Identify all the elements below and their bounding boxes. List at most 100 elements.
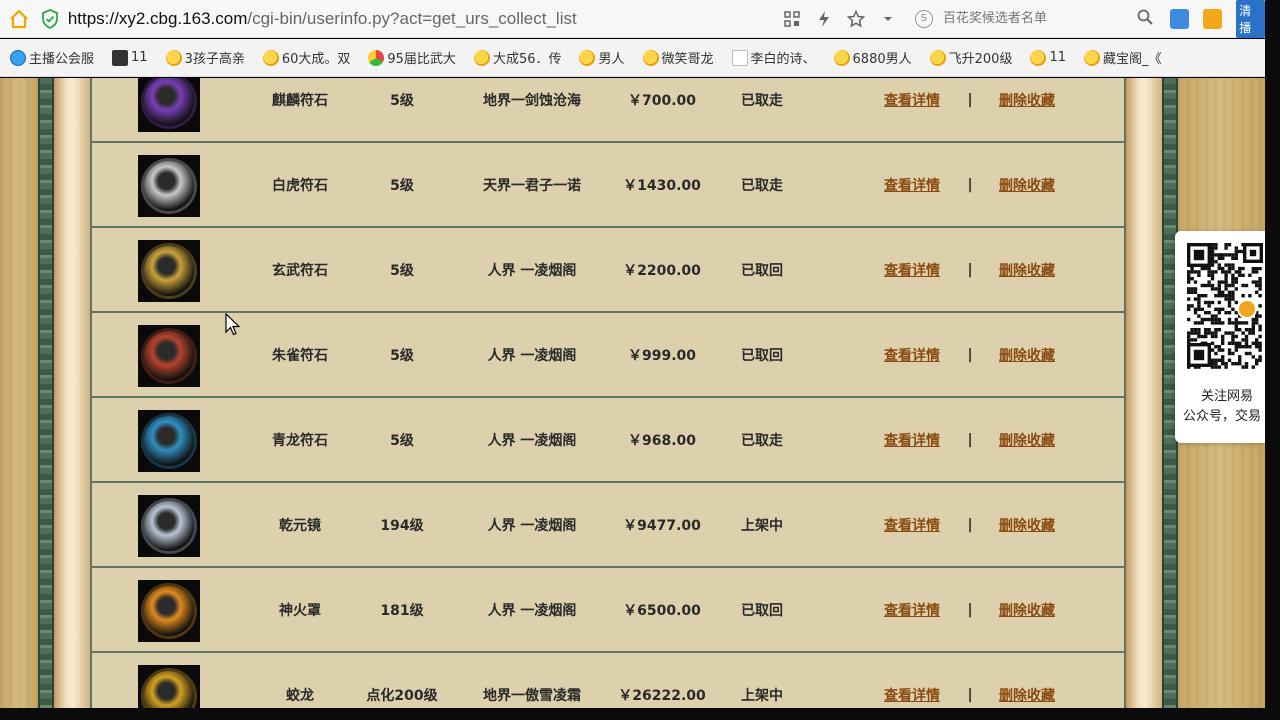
item-level: 5级 — [390, 92, 414, 109]
bookmark-item[interactable]: 微笑哥龙 — [642, 48, 714, 67]
view-detail-link[interactable]: 查看详情 — [862, 515, 962, 535]
url-host: https://xy2.cbg.163.com — [67, 8, 248, 28]
qr-module — [1234, 280, 1238, 284]
search-icon[interactable] — [1137, 9, 1153, 29]
qr-module — [1258, 348, 1262, 352]
search-input[interactable] — [942, 11, 1133, 26]
chevron-down-icon[interactable] — [879, 10, 897, 28]
item-thumbnail[interactable] — [138, 580, 200, 642]
item-server: 地界一剑蚀沧海 — [483, 92, 581, 109]
address-tools — [783, 9, 897, 28]
qr-module — [1204, 283, 1208, 288]
bookmark-item[interactable]: 大成56．传 — [473, 48, 561, 67]
qr-module — [1244, 334, 1249, 339]
delete-favorite-link[interactable]: 删除收藏 — [977, 345, 1077, 365]
lightning-icon[interactable] — [815, 10, 833, 28]
qr-module — [1244, 351, 1249, 356]
bookmark-item[interactable]: 95届比武大 — [368, 48, 456, 67]
qr-module — [1231, 273, 1235, 277]
delete-favorite-link[interactable]: 删除收藏 — [977, 600, 1077, 620]
item-thumbnail[interactable] — [138, 410, 200, 472]
qr-module — [1200, 317, 1204, 322]
table-row: 青龙符石 5级 人界 一凌烟阁 ￥968.00 已取走 查看详情 | 删除收藏 — [92, 398, 1124, 483]
qr-module — [1210, 317, 1215, 322]
extension-shield-icon[interactable] — [1170, 8, 1190, 29]
qr-follow-panel[interactable]: 关注网易 公众号，交易 — [1175, 231, 1265, 443]
item-image — [138, 325, 200, 387]
item-thumbnail[interactable] — [138, 155, 200, 217]
extension-label[interactable]: 清播 — [1236, 0, 1266, 38]
view-detail-link[interactable]: 查看详情 — [862, 175, 962, 195]
view-detail-link[interactable]: 查看详情 — [862, 600, 962, 620]
view-detail-link[interactable]: 查看详情 — [862, 90, 962, 110]
qr-logo-icon — [1237, 299, 1257, 319]
delete-favorite-link[interactable]: 删除收藏 — [977, 430, 1077, 450]
delete-favorite-link[interactable]: 删除收藏 — [977, 685, 1077, 705]
delete-favorite-link[interactable]: 删除收藏 — [977, 260, 1077, 280]
qr-module — [1221, 270, 1225, 274]
home-button[interactable] — [0, 0, 39, 38]
qr-module — [1193, 287, 1198, 291]
bookmark-item[interactable]: 藏宝阁_《 — [1084, 48, 1162, 67]
qr-module — [1197, 331, 1201, 335]
qr-module — [1251, 321, 1255, 325]
grid-icon[interactable] — [783, 10, 801, 28]
collect-list: 麒麟符石 5级 地界一剑蚀沧海 ￥700.00 已取走 查看详情 | 删除收藏 白虎符石 5级 天界… — [90, 78, 1126, 708]
qr-module — [1214, 317, 1218, 322]
qr-module — [1197, 273, 1201, 277]
view-detail-link[interactable]: 查看详情 — [862, 345, 962, 365]
qr-module — [1221, 253, 1225, 257]
bookmark-item[interactable]: 60大成。双 — [262, 48, 350, 67]
qr-module — [1217, 300, 1221, 305]
bookmark-item[interactable]: 男人 — [579, 48, 625, 67]
qr-module — [1234, 345, 1238, 349]
item-thumbnail[interactable] — [138, 78, 200, 132]
item-name: 乾元镜 — [279, 517, 321, 534]
qr-module — [1190, 290, 1194, 294]
qr-module — [1251, 331, 1255, 335]
item-level: 点化200级 — [366, 687, 438, 704]
item-image — [138, 495, 200, 557]
view-detail-link[interactable]: 查看详情 — [862, 260, 962, 280]
item-thumbnail[interactable] — [138, 495, 200, 557]
item-status: 已取回 — [741, 347, 783, 364]
qr-module — [1234, 341, 1238, 345]
bookmark-item[interactable]: 11 — [112, 49, 148, 66]
bookmark-item[interactable]: 11 — [1030, 49, 1066, 66]
qr-module — [1217, 317, 1221, 322]
delete-favorite-link[interactable]: 删除收藏 — [977, 175, 1077, 195]
bookmark-item[interactable]: 6880男人 — [833, 48, 912, 67]
qr-module — [1234, 362, 1238, 366]
qr-module — [1187, 280, 1191, 284]
table-row: 玄武符石 5级 人界 一凌烟阁 ￥2200.00 已取回 查看详情 | 删除收藏 — [92, 228, 1124, 313]
qr-module — [1204, 317, 1208, 322]
qr-module — [1200, 321, 1204, 325]
url-field[interactable]: https://xy2.cbg.163.com/cgi-bin/userinfo… — [68, 9, 773, 29]
qr-module — [1187, 290, 1191, 294]
search-engine-icon[interactable]: S — [914, 9, 933, 28]
item-price: ￥6500.00 — [623, 602, 701, 619]
bookmark-label: 藏宝阁_《 — [1103, 52, 1162, 67]
qr-module — [1214, 351, 1218, 356]
qr-module — [1227, 321, 1232, 325]
item-thumbnail[interactable] — [138, 665, 200, 708]
qr-module — [1197, 294, 1201, 298]
qr-module — [1241, 294, 1245, 298]
view-detail-link[interactable]: 查看详情 — [862, 430, 962, 450]
qr-module — [1217, 365, 1221, 369]
delete-favorite-link[interactable]: 删除收藏 — [977, 90, 1077, 110]
item-thumbnail[interactable] — [138, 240, 200, 302]
qr-module — [1210, 362, 1215, 366]
scrollbar[interactable] — [1265, 0, 1280, 720]
extension-wand-icon[interactable] — [1203, 8, 1223, 29]
secure-shield-icon[interactable] — [39, 0, 62, 38]
delete-favorite-link[interactable]: 删除收藏 — [977, 515, 1077, 535]
bookmark-item[interactable]: 飞升200级 — [929, 48, 1012, 67]
item-thumbnail[interactable] — [138, 325, 200, 387]
view-detail-link[interactable]: 查看详情 — [862, 685, 962, 705]
bookmark-item[interactable]: 主播公会服 — [10, 48, 94, 67]
star-icon[interactable] — [846, 9, 865, 28]
bookmark-item[interactable]: 李白的诗、 — [731, 48, 816, 67]
page-viewport: 麒麟符石 5级 地界一剑蚀沧海 ￥700.00 已取走 查看详情 | 删除收藏 白虎符石 5级 天界… — [0, 78, 1265, 708]
bookmark-item[interactable]: 3孩子高亲 — [165, 48, 245, 67]
